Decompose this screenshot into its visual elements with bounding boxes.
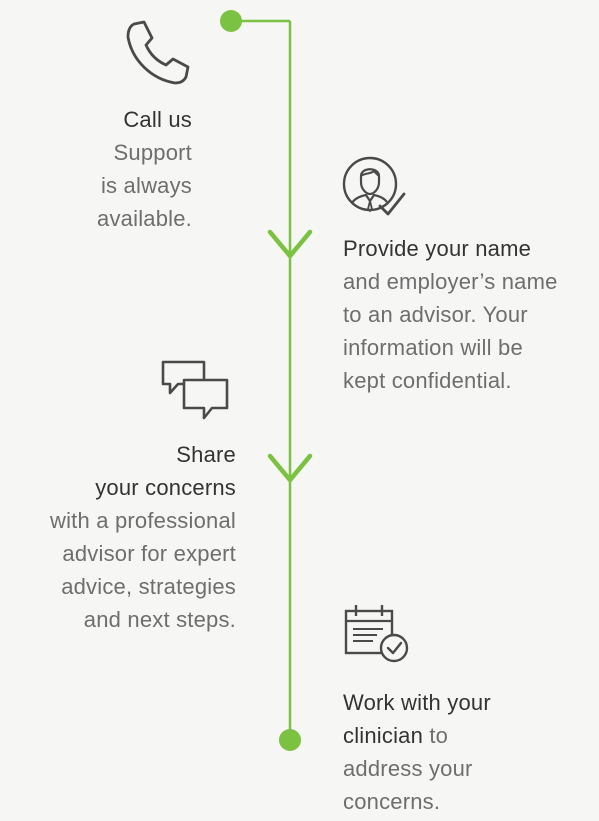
phone-icon xyxy=(126,20,190,85)
timeline-start-dot xyxy=(220,10,242,32)
step-provide-name-line-1: and employer’s name xyxy=(343,269,558,294)
step-provide-name-line-2: to an advisor. Your xyxy=(343,302,528,327)
step-work-with-clinician-heading: Work with your xyxy=(343,690,491,715)
step-work-with-clinician-line-1: address your xyxy=(343,756,473,781)
step-share-concerns-line-1: with a professional xyxy=(49,508,236,533)
step-work-with-clinician-heading-line-2: clinician to xyxy=(343,719,573,752)
step-share-concerns-heading-1: Share xyxy=(176,442,236,467)
step-share-concerns-heading-2: your concerns xyxy=(95,475,236,500)
step-provide-name: Provide your name and employer’s name to… xyxy=(343,232,593,397)
chat-bubbles-icon xyxy=(161,360,229,420)
advisor-icon xyxy=(342,156,406,216)
step-share-concerns-line-2: advisor for expert xyxy=(62,541,236,566)
step-work-with-clinician-line-2: concerns. xyxy=(343,789,441,814)
step-call-us-line-2: is always xyxy=(100,173,192,198)
timeline-end-dot xyxy=(279,729,301,751)
step-provide-name-heading: Provide your name xyxy=(343,236,532,261)
step-work-with-clinician-bold: clinician xyxy=(343,723,424,748)
step-share-concerns: Share your concerns with a professional … xyxy=(0,438,236,636)
step-provide-name-line-3: information will be xyxy=(343,335,523,360)
calendar-check-icon xyxy=(344,605,409,663)
step-work-with-clinician: Work with your clinician to address your… xyxy=(343,686,573,818)
step-share-concerns-line-3: advice, strategies xyxy=(61,574,236,599)
step-call-us: Call us Support is always available. xyxy=(0,103,192,235)
step-work-with-clinician-rest: to xyxy=(423,723,449,748)
step-call-us-heading: Call us xyxy=(123,107,192,132)
step-call-us-line-3: available. xyxy=(97,206,192,231)
step-share-concerns-line-4: and next steps. xyxy=(83,607,236,632)
step-call-us-line-1: Support xyxy=(113,140,192,165)
step-provide-name-line-4: kept confidential. xyxy=(343,368,512,393)
